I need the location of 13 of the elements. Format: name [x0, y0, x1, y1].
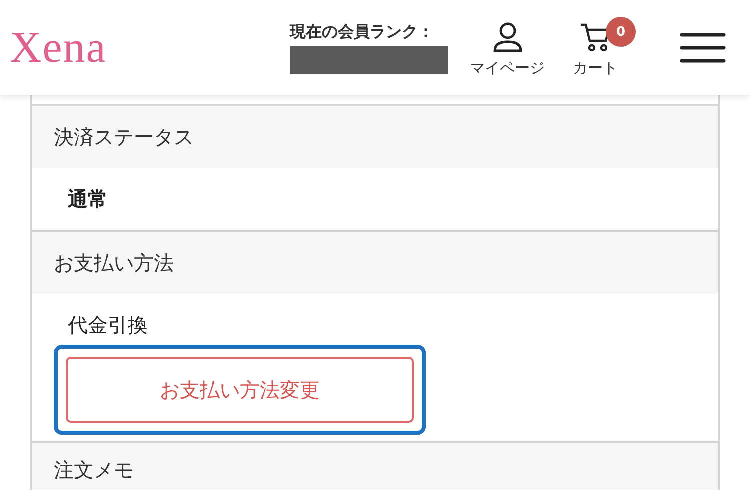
payment-method-value: 代金引換 — [68, 312, 149, 339]
member-rank-label: 現在の会員ランク： — [290, 22, 434, 42]
status-value: 通常 — [68, 186, 109, 213]
cart-count-badge: 0 — [606, 17, 636, 47]
my-page-link[interactable]: マイページ — [464, 17, 551, 78]
section-heading: 注文メモ — [32, 443, 718, 490]
person-icon — [492, 21, 524, 53]
menu-icon — [680, 32, 726, 64]
section-heading: お支払い方法 — [32, 232, 718, 294]
cart-link[interactable]: カート 0 — [567, 17, 636, 78]
change-payment-button[interactable]: お支払い方法変更 — [66, 357, 414, 423]
section-heading: 決済ステータス — [32, 106, 718, 168]
menu-button[interactable] — [680, 32, 726, 64]
